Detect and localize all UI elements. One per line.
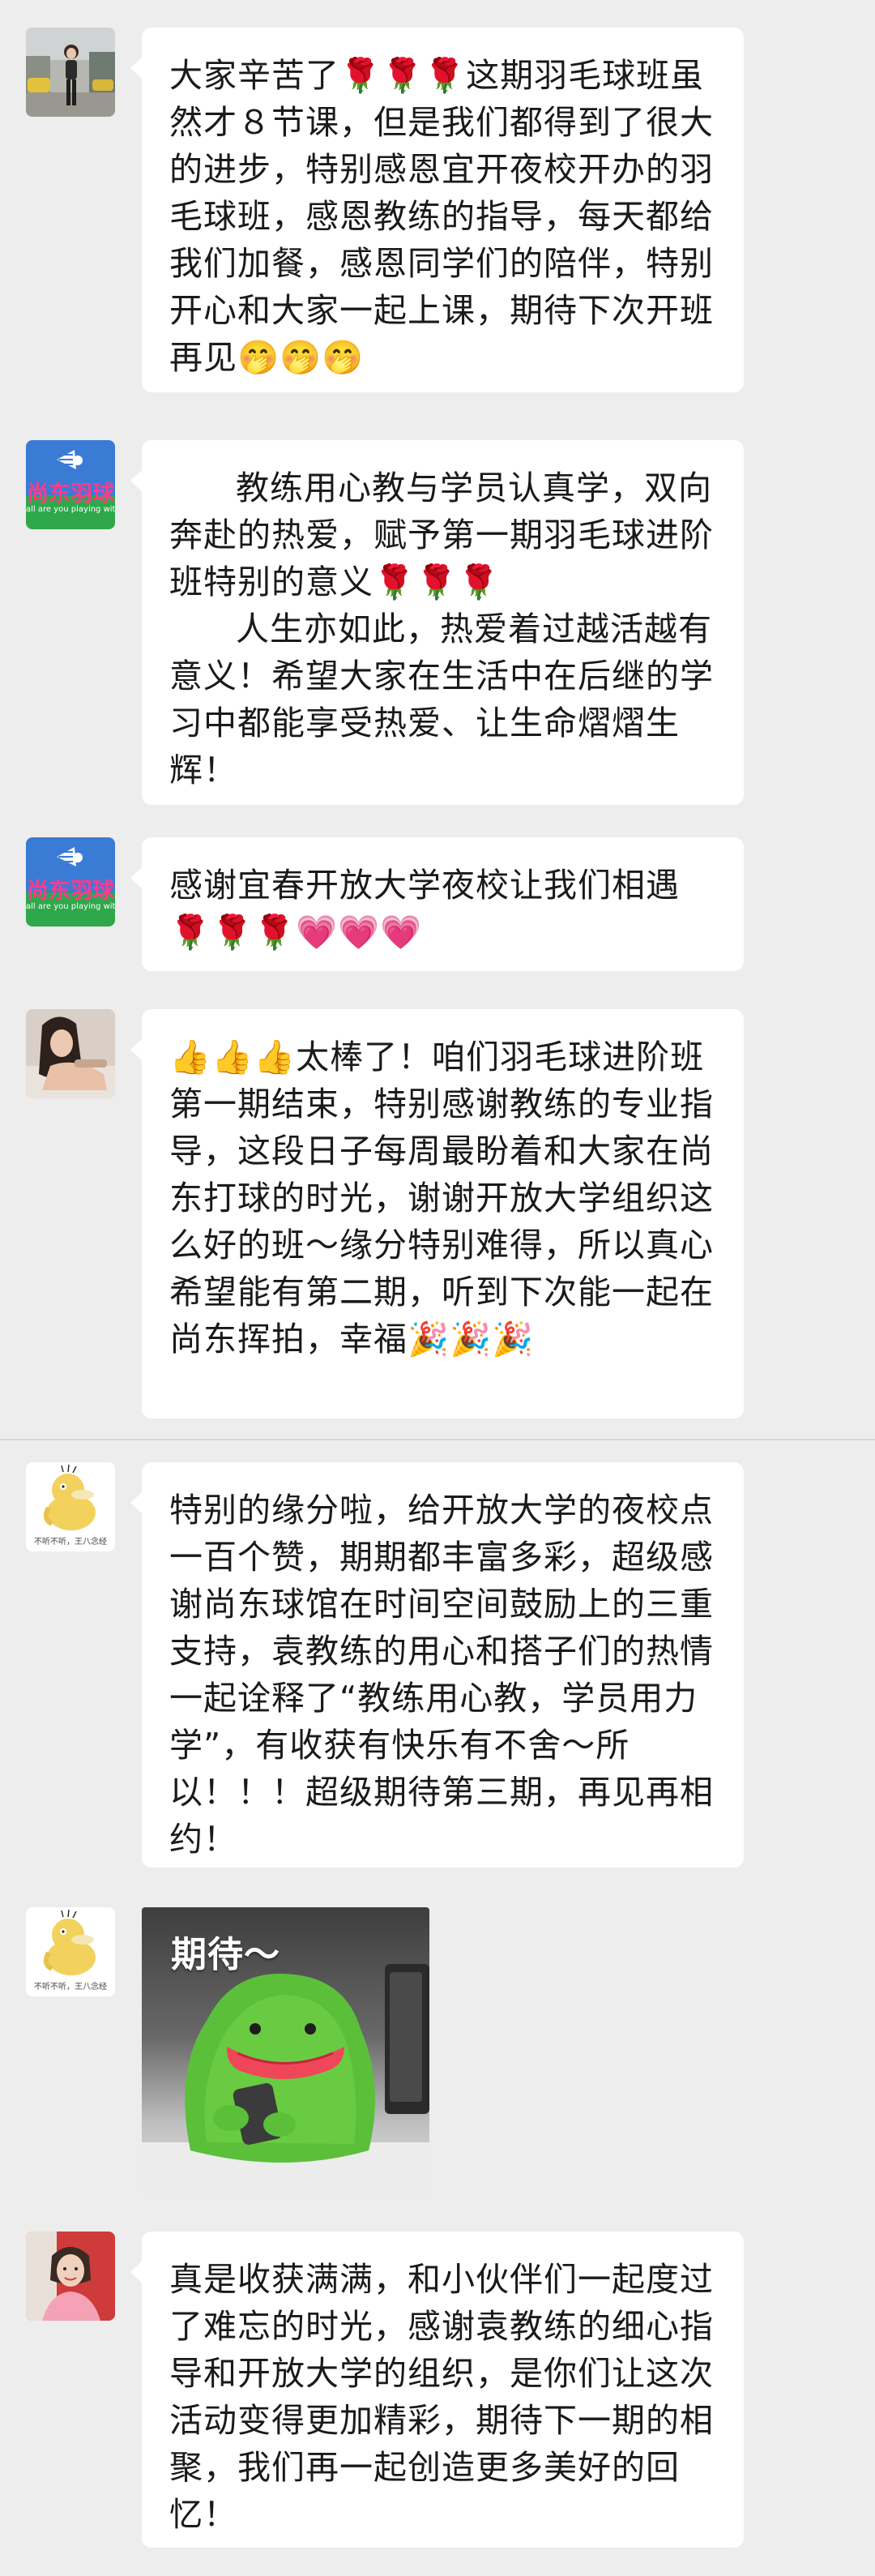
- message-text: 人生亦如此，热爱着过越活越有意义！希望大家在生活中在后继的学习中都能享受热爱、让…: [169, 610, 714, 789]
- avatar[interactable]: 不听不听，王八念经: [26, 1907, 115, 1996]
- message-bubble[interactable]: 特别的缘分啦，给开放大学的夜校点一百个赞，期期都丰富多彩，超级感谢尚东球馆在时间…: [130, 1462, 744, 1868]
- message-text: 真是收获满满，和小伙伴们一起度过了难忘的时光，感谢袁教练的细心指导和开放大学的组…: [169, 2260, 714, 2534]
- avatar[interactable]: [26, 28, 115, 117]
- shangdong-badminton-logo: 尚东羽球 all are you playing with: [26, 440, 115, 529]
- message-bubble[interactable]: 大家辛苦了🌹🌹🌹这期羽毛球班虽然才８节课，但是我们都得到了很大的进步，特别感恩宜…: [130, 28, 744, 392]
- avatar[interactable]: [26, 2232, 115, 2321]
- avatar-photo-woman: [26, 1009, 115, 1098]
- time-divider: [0, 1439, 875, 1440]
- avatar[interactable]: 尚东羽球 all are you playing with: [26, 837, 115, 926]
- message-text: 大家辛苦了🌹🌹🌹这期羽毛球班虽然才８节课，但是我们都得到了很大的进步，特别感恩宜…: [169, 56, 714, 377]
- avatar-caption: 不听不听，王八念经: [34, 1538, 107, 1547]
- shangdong-badminton-logo: 尚东羽球 all are you playing with: [26, 837, 115, 926]
- message-bubble[interactable]: 👍👍👍太棒了！咱们羽毛球进阶班第一期结束，特别感谢教练的专业指导，这段日子每周最…: [130, 1009, 744, 1419]
- message-text: 👍👍👍太棒了！咱们羽毛球进阶班第一期结束，特别感谢教练的专业指导，这段日子每周最…: [169, 1038, 714, 1359]
- message-text: 感谢宜春开放大学夜校让我们相遇🌹🌹🌹💗💗💗: [169, 866, 680, 952]
- shuttlecock-icon: [57, 450, 83, 469]
- avatar[interactable]: 不听不听，王八念经: [26, 1462, 115, 1551]
- avatar[interactable]: 尚东羽球 all are you playing with: [26, 440, 115, 529]
- psyduck-avatar: 不听不听，王八念经: [26, 1462, 115, 1551]
- logo-title: 尚东羽球: [27, 481, 114, 507]
- message-text: 教练用心教与学员认真学，双向奔赴的热爱，赋予第一期羽毛球进阶班特别的意义🌹🌹🌹: [169, 469, 714, 601]
- logo-title: 尚东羽球: [27, 879, 114, 904]
- message-text: 特别的缘分啦，给开放大学的夜校点一百个赞，期期都丰富多彩，超级感谢尚东球馆在时间…: [169, 1491, 714, 1859]
- duck-icon: [43, 1464, 96, 1530]
- avatar-photo-woman-street: [26, 28, 115, 117]
- psyduck-avatar: 不听不听，王八念经: [26, 1907, 115, 1996]
- sticker-caption: 期待～: [171, 1934, 280, 1975]
- shuttlecock-icon: [57, 847, 83, 867]
- message-bubble[interactable]: 真是收获满满，和小伙伴们一起度过了难忘的时光，感谢袁教练的细心指导和开放大学的组…: [130, 2232, 744, 2548]
- avatar-photo-woman-red: [26, 2232, 115, 2321]
- sticker-image[interactable]: 期待～: [142, 1907, 429, 2195]
- logo-subtitle: all are you playing with: [26, 902, 115, 911]
- message-bubble[interactable]: 教练用心教与学员认真学，双向奔赴的热爱，赋予第一期羽毛球进阶班特别的意义🌹🌹🌹 …: [130, 440, 744, 805]
- avatar-caption: 不听不听，王八念经: [34, 1983, 107, 1992]
- avatar[interactable]: [26, 1009, 115, 1098]
- logo-subtitle: all are you playing with: [26, 505, 115, 514]
- message-bubble[interactable]: 感谢宜春开放大学夜校让我们相遇🌹🌹🌹💗💗💗: [130, 837, 744, 971]
- duck-icon: [43, 1909, 96, 1975]
